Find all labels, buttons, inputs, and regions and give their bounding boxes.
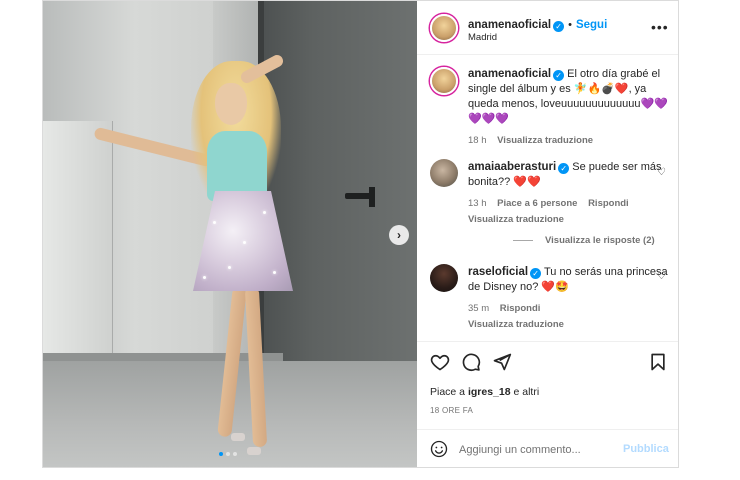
heart-icon[interactable]	[430, 352, 450, 372]
chevron-right-icon: ›	[397, 228, 401, 242]
photo-sparkle	[213, 221, 216, 224]
comment-author-username[interactable]: amaiaaberasturi	[468, 161, 556, 173]
comment-icon[interactable]	[461, 352, 481, 372]
caption-time: 18 h	[468, 135, 487, 146]
photo-figure-shoe	[231, 433, 245, 441]
likes-prefix: Piace a	[430, 386, 468, 398]
likes-user[interactable]: igres_18	[468, 386, 511, 398]
comment-translate-link[interactable]: Visualizza traduzione	[468, 317, 668, 332]
verified-badge-icon: ✓	[553, 21, 565, 32]
comment-emoji: ❤️🤩	[541, 281, 569, 293]
author-avatar[interactable]	[430, 14, 458, 42]
instagram-post: › anamenaoficial ✓ • Segui Madrid ••• an…	[42, 0, 679, 468]
comment-reply-button[interactable]: Rispondi	[588, 198, 629, 209]
verified-badge-icon: ✓	[553, 70, 565, 81]
smiley-icon[interactable]	[430, 440, 448, 458]
photo-skirting	[43, 353, 283, 361]
carousel-dot	[226, 452, 230, 456]
photo-figure-shoe	[247, 447, 261, 455]
bookmark-icon[interactable]	[648, 352, 668, 372]
view-replies-button[interactable]: Visualizza le risposte (2)	[513, 235, 655, 246]
comment-like-heart-icon[interactable]: ♡	[657, 271, 666, 282]
comment-item: amaiaaberasturi ✓ Se puede ser más bonita…	[468, 160, 668, 227]
photo-sparkle	[243, 241, 246, 244]
post-header: anamenaoficial ✓ • Segui Madrid •••	[417, 1, 678, 55]
more-horizontal-icon: •••	[651, 19, 669, 35]
comment-input[interactable]	[459, 442, 609, 458]
photo-figure-face	[215, 83, 247, 125]
more-options-button[interactable]: •••	[651, 19, 669, 35]
carousel-dot	[233, 452, 237, 456]
likes-suffix: e altri	[510, 386, 540, 398]
comment-time: 13 h	[468, 198, 487, 209]
replies-line	[513, 239, 533, 241]
carousel-indicator	[219, 452, 237, 456]
comments-list[interactable]: anamenaoficial ✓ El otro día grabé el sin…	[417, 55, 678, 341]
comment-time: 35 m	[468, 303, 490, 314]
caption-translate-link[interactable]: Visualizza traduzione	[497, 135, 593, 146]
comment-reply-button[interactable]: Rispondi	[500, 303, 541, 314]
comment-item: raseloficial ✓ Tu no serás una princesa d…	[468, 265, 668, 332]
publish-button[interactable]: Pubblica	[623, 443, 669, 455]
caption-meta: 18 h Visualizza traduzione	[468, 133, 668, 148]
verified-badge-icon: ✓	[530, 268, 542, 279]
likes-summary[interactable]: Piace a igres_18 e altri	[430, 386, 539, 398]
post-side-panel: anamenaoficial ✓ • Segui Madrid ••• anamena…	[417, 1, 678, 467]
post-location[interactable]: Madrid	[468, 32, 497, 43]
commenter-avatar[interactable]	[430, 264, 458, 292]
follow-button[interactable]: Segui	[576, 19, 607, 31]
carousel-dot	[219, 452, 223, 456]
post-caption: anamenaoficial ✓ El otro día grabé el sin…	[468, 67, 668, 148]
comment-like-heart-icon[interactable]: ♡	[657, 167, 666, 178]
carousel-next-button[interactable]: ›	[389, 225, 409, 245]
verified-badge-icon: ✓	[558, 163, 570, 174]
photo-sparkle	[228, 266, 231, 269]
caption-author-username[interactable]: anamenaoficial	[468, 68, 551, 80]
photo-figure-top	[207, 131, 267, 201]
photo-sparkle	[273, 271, 276, 274]
author-username[interactable]: anamenaoficial	[468, 19, 551, 31]
comment-translate-link[interactable]: Visualizza traduzione	[468, 212, 668, 227]
post-photo[interactable]: ›	[43, 1, 417, 467]
comment-meta: 13 h Piace a 6 persone Rispondi	[468, 196, 668, 211]
photo-sparkle	[263, 211, 266, 214]
caption-author-avatar[interactable]	[430, 67, 458, 95]
post-timestamp[interactable]: 18 ORE FA	[430, 406, 473, 415]
post-actions: Piace a igres_18 e altri 18 ORE FA	[417, 341, 678, 431]
commenter-avatar[interactable]	[430, 159, 458, 187]
comment-author-username[interactable]: raseloficial	[468, 266, 528, 278]
comment-emoji: ❤️❤️	[513, 176, 541, 188]
comment-meta: 35 m Rispondi	[468, 301, 668, 316]
photo-sparkle	[203, 276, 206, 279]
add-comment-bar: Pubblica	[417, 429, 678, 467]
share-icon[interactable]	[492, 352, 512, 372]
separator-dot: •	[568, 19, 572, 31]
photo-door-handle-plate	[369, 187, 375, 207]
comment-likes-count[interactable]: Piace a 6 persone	[497, 198, 577, 209]
view-replies-label: Visualizza le risposte (2)	[545, 235, 655, 246]
post-header-title: anamenaoficial ✓ • Segui	[468, 15, 607, 33]
screenshot-frame: › anamenaoficial ✓ • Segui Madrid ••• an…	[0, 0, 740, 480]
